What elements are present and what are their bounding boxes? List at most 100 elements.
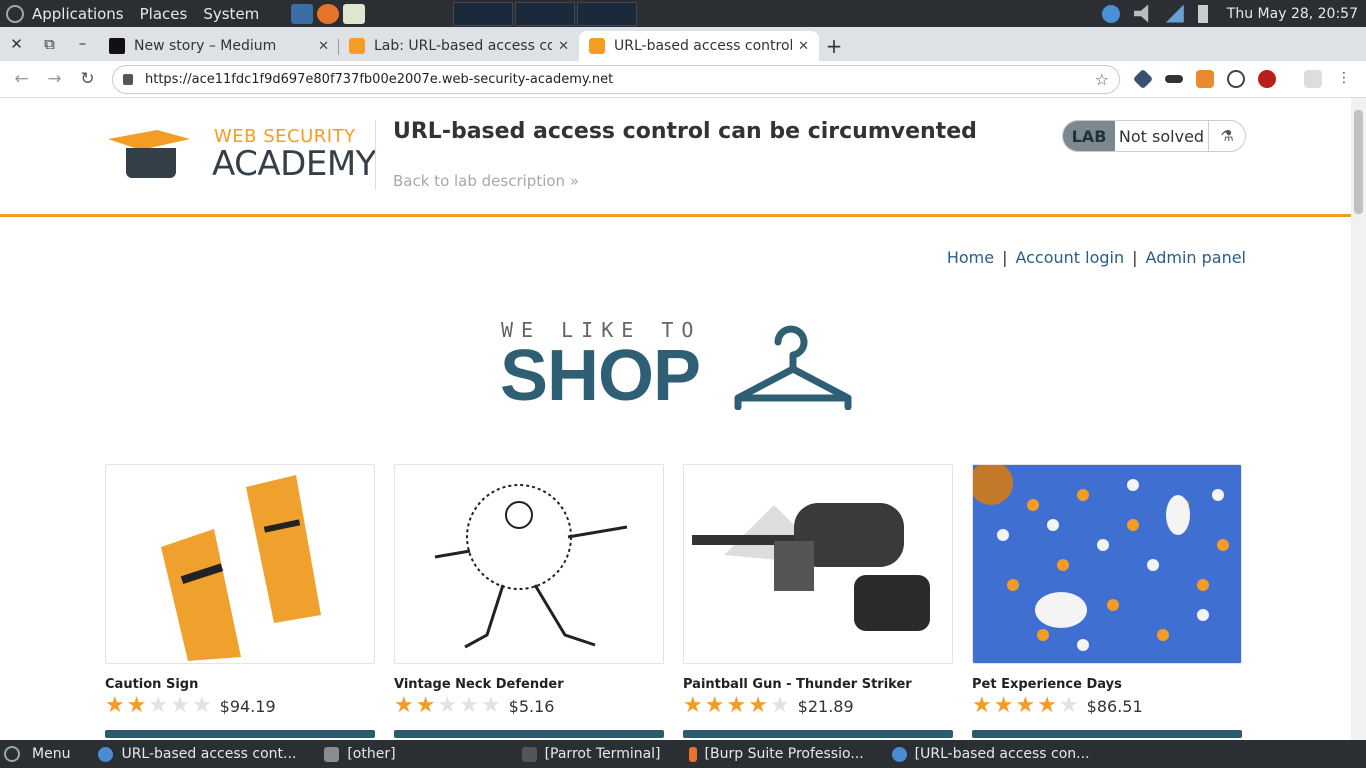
product-meta: ★ ★ ★ ★ ★ $21.89 [683,695,953,717]
reload-icon[interactable]: ↻ [71,69,104,89]
bluetooth-icon[interactable] [1101,4,1120,23]
header-divider [375,120,376,190]
close-tab-icon[interactable]: ✕ [798,39,809,54]
product-image-vintage-neck-defender[interactable] [394,464,664,664]
tab-lab-description[interactable]: Lab: URL-based access co ✕ [339,31,579,61]
nav-admin-panel-link[interactable]: Admin panel [1146,248,1246,267]
taskbar-item-burp[interactable]: [Burp Suite Professio... [688,746,864,762]
menu-dots-icon[interactable]: ⋮ [1335,70,1353,88]
nav-home-link[interactable]: Home [947,248,994,267]
taskbar-menu[interactable]: Menu [32,746,70,762]
tab-lab-instance[interactable]: URL-based access control ✕ [579,31,819,61]
extension-cube-icon[interactable] [1132,68,1154,90]
star-icon: ★ [459,693,479,718]
parrot-logo-icon[interactable] [6,4,24,23]
network-signal-icon[interactable] [1165,4,1184,23]
tab-label: New story – Medium [134,38,277,54]
tab-medium[interactable]: New story – Medium ✕ [99,31,339,61]
restore-window-icon[interactable]: ⧉ [33,27,66,61]
text-editor-launcher-icon[interactable] [343,3,366,24]
taskbar-item-other[interactable]: [other] [324,746,396,762]
extension-b-icon[interactable] [1227,70,1245,88]
terminal-launcher-icon[interactable] [291,3,314,24]
star-icon: ★ [683,693,703,718]
lock-icon [123,73,133,85]
tab-label: URL-based access control [614,38,793,54]
applications-menu[interactable]: Applications [32,5,124,23]
lab-status-widget: LAB Not solved ⚗ [1062,120,1246,152]
system-menu[interactable]: System [203,5,259,23]
product-card[interactable]: Paintball Gun - Thunder Striker ★ ★ ★ ★ ★ $2… [683,464,953,738]
product-meta: ★ ★ ★ ★ ★ $5.16 [394,695,664,717]
menu-icon[interactable] [4,746,20,762]
product-price: $5.16 [508,696,555,716]
minimize-window-icon[interactable]: – [66,27,99,61]
back-to-lab-description-link[interactable]: Back to lab description » [393,172,579,190]
address-bar[interactable]: https://ace11fdc1f9d697e80f737fb00e2007e… [112,64,1120,94]
nav-separator: | [1002,248,1008,267]
star-icon: ★ [748,693,768,718]
firefox-launcher-icon[interactable] [317,3,340,24]
product-card[interactable]: Vintage Neck Defender ★ ★ ★ ★ ★ $5.16 [394,464,664,738]
product-rating: ★ ★ ★ ★ ★ [105,695,214,717]
bookmark-star-icon[interactable]: ☆ [1095,70,1109,89]
places-menu[interactable]: Places [140,5,188,23]
star-icon: ★ [1037,693,1057,718]
product-card[interactable]: Pet Experience Days ★ ★ ★ ★ ★ $86.51 [972,464,1242,738]
close-window-icon[interactable]: ✕ [0,27,33,61]
network-graph [577,1,638,26]
nav-account-login-link[interactable]: Account login [1015,248,1124,267]
volume-icon[interactable] [1133,4,1149,23]
view-details-button[interactable] [683,730,953,738]
web-security-academy-logo[interactable]: WEB SECURITY ACADEMY [108,126,376,186]
star-icon: ★ [394,693,414,718]
product-image-caution-sign[interactable] [105,464,375,664]
close-tab-icon[interactable]: ✕ [558,39,569,54]
extension-mask-icon[interactable] [1165,75,1183,83]
page-scrollbar[interactable] [1351,98,1366,740]
product-price: $94.19 [219,696,276,716]
view-details-button[interactable] [105,730,375,738]
scrollbar-thumb[interactable] [1354,110,1363,214]
view-details-button[interactable] [972,730,1242,738]
taskbar-item-terminal[interactable]: [Parrot Terminal] [521,746,661,762]
desktop-top-panel: Applications Places System Thu May 28, 2… [0,0,1366,27]
coat-hanger-icon [734,325,852,410]
product-name: Vintage Neck Defender [394,677,564,692]
taskbar-item-browser[interactable]: URL-based access cont... [98,746,296,762]
product-image-pet-experience-days[interactable] [972,464,1242,664]
product-card[interactable]: Caution Sign ★ ★ ★ ★ ★ $94.19 [105,464,375,738]
lab-badge: LAB [1063,121,1115,151]
portswigger-icon [589,38,605,54]
forward-arrow-icon[interactable]: → [38,69,71,89]
metamask-icon[interactable] [1196,70,1214,88]
translate-icon[interactable] [1304,70,1322,88]
star-icon: ★ [126,693,147,718]
star-icon: ★ [769,693,790,718]
back-arrow-icon[interactable]: ← [5,69,38,89]
product-name: Paintball Gun - Thunder Striker [683,677,912,692]
product-rating: ★ ★ ★ ★ ★ [394,695,503,717]
product-price: $86.51 [1086,696,1143,716]
memory-graph [515,1,576,26]
tab-label: Lab: URL-based access co [374,38,553,54]
top-nav: Home | Account login | Admin panel [947,248,1246,267]
new-tab-button[interactable]: + [819,31,849,61]
lab-title: URL-based access control can be circumve… [393,119,977,144]
star-icon: ★ [415,693,436,718]
terminal-icon [521,746,537,762]
battery-icon[interactable] [1197,4,1208,23]
portswigger-icon [349,38,365,54]
clock[interactable]: Thu May 28, 20:57 [1227,6,1358,22]
taskbar-item-browser-2[interactable]: [URL-based access con... [891,746,1090,762]
view-details-button[interactable] [394,730,664,738]
product-price: $21.89 [797,696,854,716]
close-tab-icon[interactable]: ✕ [318,39,329,54]
adblock-icon[interactable] [1258,70,1276,88]
nav-separator: | [1132,248,1138,267]
product-image-paintball-gun[interactable] [683,464,953,664]
product-name: Pet Experience Days [972,677,1122,692]
folder-icon [324,746,340,762]
url-text[interactable]: https://ace11fdc1f9d697e80f737fb00e2007e… [145,72,1095,87]
lab-status: Not solved [1115,121,1209,151]
